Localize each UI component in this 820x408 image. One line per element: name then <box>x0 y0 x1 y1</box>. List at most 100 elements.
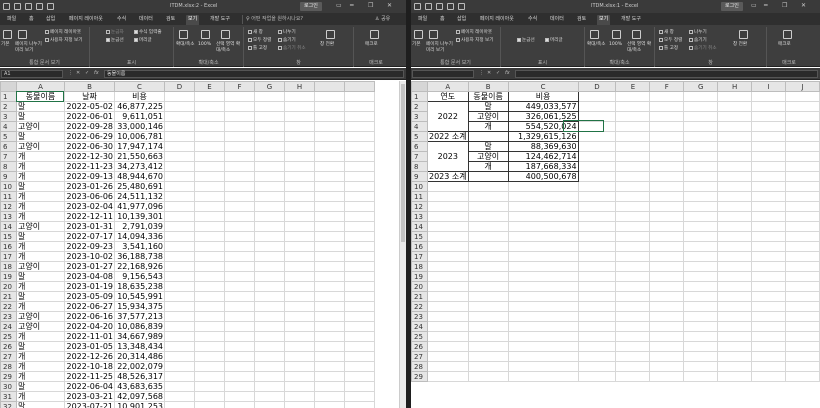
cell[interactable]: 2022-11-23 <box>64 161 115 172</box>
cell[interactable] <box>284 111 315 122</box>
row-header[interactable]: 3 <box>411 111 428 122</box>
cell[interactable]: 9,156,543 <box>114 271 165 282</box>
cell[interactable] <box>717 181 753 192</box>
cell[interactable] <box>751 101 787 112</box>
redo-icon[interactable] <box>436 3 443 10</box>
cell[interactable] <box>507 291 579 302</box>
cell[interactable] <box>785 271 820 282</box>
cell[interactable] <box>577 311 617 322</box>
cell[interactable] <box>254 91 285 102</box>
cell[interactable] <box>194 321 225 332</box>
cell[interactable] <box>314 131 345 142</box>
cell[interactable] <box>683 101 719 112</box>
cell[interactable] <box>344 281 375 292</box>
cell[interactable]: 개 <box>16 161 65 172</box>
formula-input[interactable] <box>515 70 818 78</box>
cell[interactable]: 2022-09-23 <box>64 241 115 252</box>
cell[interactable] <box>649 141 685 152</box>
cell[interactable]: 2022-06-29 <box>64 131 115 142</box>
cell[interactable] <box>224 161 255 172</box>
page-layout-button[interactable]: 페이지 레이아웃 <box>45 30 81 36</box>
cell[interactable] <box>507 211 579 222</box>
cell[interactable] <box>426 321 469 332</box>
cell[interactable] <box>507 191 579 202</box>
cell[interactable] <box>649 131 685 142</box>
cell[interactable] <box>615 351 651 362</box>
cell[interactable] <box>683 111 719 122</box>
cell[interactable] <box>194 281 225 292</box>
cell[interactable] <box>426 291 469 302</box>
cell[interactable] <box>717 371 753 382</box>
cell[interactable] <box>426 361 469 372</box>
cell[interactable] <box>426 371 469 382</box>
cell[interactable] <box>194 241 225 252</box>
cell[interactable] <box>467 321 509 332</box>
cell[interactable] <box>785 231 820 242</box>
row-header[interactable]: 9 <box>0 171 17 182</box>
cell[interactable] <box>615 311 651 322</box>
cell[interactable]: 10,139,301 <box>114 211 165 222</box>
pivot-animal-cell[interactable]: 고양이 <box>467 151 509 162</box>
cell[interactable] <box>507 281 579 292</box>
cell[interactable] <box>751 331 787 342</box>
pivot-year-cell[interactable]: 2022 <box>426 111 469 122</box>
undo-icon[interactable] <box>14 3 21 10</box>
cell[interactable] <box>577 291 617 302</box>
cell[interactable] <box>284 321 315 332</box>
cell[interactable] <box>467 371 509 382</box>
cell[interactable] <box>467 311 509 322</box>
cell[interactable] <box>314 291 345 302</box>
cell[interactable] <box>615 151 651 162</box>
column-header[interactable]: F <box>224 81 255 92</box>
cell[interactable]: 37,577,213 <box>114 311 165 322</box>
save-icon[interactable] <box>414 3 421 10</box>
pivot-subtotal-label[interactable]: 2022 소계 <box>426 131 469 142</box>
cell[interactable] <box>683 271 719 282</box>
cell[interactable] <box>344 381 375 392</box>
cell[interactable] <box>426 311 469 322</box>
cell[interactable] <box>254 281 285 292</box>
hide-button[interactable]: 숨기기 <box>689 38 707 44</box>
cell[interactable] <box>284 231 315 242</box>
cell[interactable] <box>785 101 820 112</box>
cell[interactable] <box>164 271 195 282</box>
cell[interactable] <box>194 261 225 272</box>
cell[interactable] <box>224 251 255 262</box>
worksheet-grid[interactable]: A B C D E F G H I J 1 연도 동물이름 비용 2 말 449,033,577 3 2022 고양이… <box>411 81 820 408</box>
tab-data[interactable]: 데이터 <box>548 15 566 25</box>
cell[interactable] <box>284 361 315 372</box>
cell[interactable] <box>751 261 787 272</box>
cell[interactable] <box>751 341 787 352</box>
cell[interactable] <box>224 311 255 322</box>
cell[interactable]: 3,541,160 <box>114 241 165 252</box>
cell[interactable] <box>344 341 375 352</box>
cell[interactable] <box>615 371 651 382</box>
cell[interactable] <box>649 201 685 212</box>
cell[interactable] <box>314 341 345 352</box>
close-button[interactable]: ✕ <box>387 2 392 9</box>
cell[interactable]: 말 <box>16 111 65 122</box>
cell[interactable] <box>314 151 345 162</box>
cell[interactable]: 22,002,079 <box>114 361 165 372</box>
cell[interactable] <box>254 311 285 322</box>
cell[interactable] <box>224 301 255 312</box>
gridlines-checkbox[interactable]: 눈금선 <box>106 38 124 44</box>
cell[interactable] <box>615 201 651 212</box>
cell[interactable] <box>751 121 787 132</box>
save-icon[interactable] <box>3 3 10 10</box>
cell[interactable] <box>615 361 651 372</box>
cell[interactable] <box>224 111 255 122</box>
cell[interactable] <box>314 321 345 332</box>
cell[interactable] <box>785 161 820 172</box>
cell[interactable] <box>467 201 509 212</box>
cell[interactable] <box>284 301 315 312</box>
arrange-all-button[interactable]: 모두 정렬 <box>248 38 271 44</box>
cell[interactable] <box>785 171 820 182</box>
row-header[interactable]: 5 <box>411 131 428 142</box>
cell[interactable] <box>577 271 617 282</box>
cell[interactable]: 2022-06-27 <box>64 301 115 312</box>
cell[interactable] <box>254 271 285 282</box>
cell[interactable] <box>224 291 255 302</box>
cell[interactable] <box>507 301 579 312</box>
unhide-button[interactable]: 숨기기 취소 <box>689 46 717 52</box>
